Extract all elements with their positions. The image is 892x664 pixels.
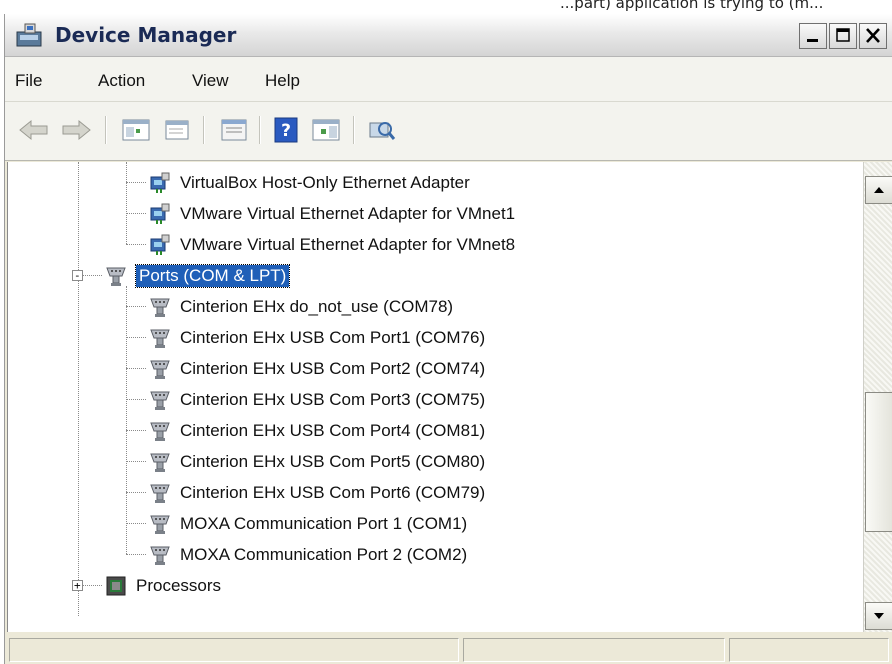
- tree-connector: [126, 399, 146, 400]
- tree-connector: [126, 461, 146, 462]
- tree-connector: [126, 182, 146, 183]
- tree-item-network-adapter[interactable]: VMware Virtual Ethernet Adapter for VMne…: [148, 229, 515, 260]
- tree-item-port[interactable]: Cinterion EHx USB Com Port3 (COM75): [148, 384, 485, 415]
- tree-item-label: Cinterion EHx do_not_use (COM78): [180, 296, 454, 316]
- menu-file[interactable]: File: [15, 71, 42, 91]
- tree-item-label: VMware Virtual Ethernet Adapter for VMne…: [180, 203, 516, 223]
- menu-bar: File Action View Help: [5, 57, 892, 102]
- scroll-down-button[interactable]: [865, 602, 892, 630]
- tree-item-label: Cinterion EHx USB Com Port4 (COM81): [180, 420, 486, 440]
- background-window-text: ...part) application is trying to (m...: [0, 0, 892, 14]
- tree-item-port[interactable]: Cinterion EHx do_not_use (COM78): [148, 291, 453, 322]
- svg-text:?: ?: [281, 121, 291, 141]
- tree-item-label: Cinterion EHx USB Com Port3 (COM75): [180, 389, 486, 409]
- tree-item-network-adapter[interactable]: VMware Virtual Ethernet Adapter for VMne…: [148, 198, 515, 229]
- device-manager-icon: [16, 23, 42, 47]
- tree-item-ports[interactable]: Ports (COM & LPT): [104, 260, 291, 291]
- network-adapter-icon: [150, 203, 170, 224]
- tree-connector: [126, 430, 146, 431]
- tree-item-label: VirtualBox Host-Only Ethernet Adapter: [180, 172, 470, 192]
- port-icon: [150, 515, 170, 534]
- window-title: Device Manager: [55, 23, 237, 47]
- close-icon: [866, 28, 880, 43]
- processors-expander[interactable]: +: [72, 580, 83, 591]
- port-icon: [150, 391, 170, 410]
- tree-item-port[interactable]: Cinterion EHx USB Com Port4 (COM81): [148, 415, 485, 446]
- port-icon: [150, 422, 170, 441]
- tree-item-network-adapter[interactable]: VirtualBox Host-Only Ethernet Adapter: [148, 167, 470, 198]
- console-tree-icon[interactable]: [161, 115, 195, 145]
- tree-item-port[interactable]: MOXA Communication Port 2 (COM2): [148, 539, 467, 570]
- tree-connector: [78, 162, 79, 616]
- tree-item-port[interactable]: Cinterion EHx USB Com Port5 (COM80): [148, 446, 485, 477]
- tree-item-label: Cinterion EHx USB Com Port1 (COM76): [180, 327, 486, 347]
- status-bar: [5, 634, 892, 664]
- tree-item-port[interactable]: Cinterion EHx USB Com Port2 (COM74): [148, 353, 485, 384]
- tree-connector: [126, 554, 146, 555]
- tree-item-processors[interactable]: Processors: [104, 570, 221, 601]
- maximize-icon: [836, 28, 850, 42]
- status-pane-3: [729, 638, 889, 662]
- tree-connector: [126, 492, 146, 493]
- device-tree[interactable]: VirtualBox Host-Only Ethernet Adapter VMw…: [7, 162, 864, 632]
- scroll-up-button[interactable]: [865, 176, 892, 204]
- tree-item-label: Cinterion EHx USB Com Port5 (COM80): [180, 451, 486, 471]
- expand-icon: +: [74, 579, 81, 592]
- ports-expander[interactable]: -: [72, 270, 83, 281]
- tree-item-label: MOXA Communication Port 1 (COM1): [180, 513, 468, 533]
- tree-item-label: MOXA Communication Port 2 (COM2): [180, 544, 468, 564]
- scroll-down-icon: [874, 613, 884, 619]
- close-button[interactable]: [859, 23, 887, 49]
- help-icon[interactable]: ?: [269, 115, 303, 145]
- vertical-scrollbar[interactable]: [863, 162, 892, 632]
- tree-connector: [126, 523, 146, 524]
- port-icon: [150, 329, 170, 348]
- tree-item-port[interactable]: Cinterion EHx USB Com Port6 (COM79): [148, 477, 485, 508]
- port-icon: [150, 360, 170, 379]
- tree-item-port[interactable]: Cinterion EHx USB Com Port1 (COM76): [148, 322, 485, 353]
- status-pane-2: [463, 638, 725, 662]
- tree-connector: [126, 162, 127, 244]
- port-icon: [150, 484, 170, 503]
- network-adapter-icon: [150, 234, 170, 255]
- menu-action[interactable]: Action: [98, 71, 145, 91]
- scan-hardware-icon[interactable]: [365, 115, 399, 145]
- tree-connector: [126, 244, 146, 245]
- scroll-up-icon: [874, 187, 884, 193]
- device-manager-window: Device Manager File Action View Help ? V…: [4, 14, 892, 664]
- port-icon: [150, 546, 170, 565]
- tree-connector: [126, 368, 146, 369]
- status-pane-1: [9, 638, 459, 662]
- forward-arrow-icon[interactable]: [59, 115, 93, 145]
- collapse-icon: -: [74, 269, 81, 282]
- show-hide-console-tree-icon[interactable]: [119, 115, 153, 145]
- tree-item-port[interactable]: MOXA Communication Port 1 (COM1): [148, 508, 467, 539]
- menu-help[interactable]: Help: [265, 71, 300, 91]
- scrollbar-thumb[interactable]: [865, 392, 892, 532]
- tree-item-label: Ports (COM & LPT): [134, 263, 291, 288]
- port-icon: [150, 453, 170, 472]
- tree-connector: [126, 306, 146, 307]
- maximize-button[interactable]: [829, 23, 857, 49]
- tree-connector: [126, 337, 146, 338]
- minimize-button[interactable]: [799, 23, 827, 49]
- tree-item-label: VMware Virtual Ethernet Adapter for VMne…: [180, 234, 516, 254]
- tree-connector: [126, 213, 146, 214]
- back-arrow-icon[interactable]: [17, 115, 51, 145]
- properties-icon[interactable]: [217, 115, 251, 145]
- port-icon: [106, 267, 126, 286]
- network-adapter-icon: [150, 172, 170, 193]
- toolbar: ?: [5, 102, 892, 161]
- menu-view[interactable]: View: [192, 71, 229, 91]
- tree-item-label: Processors: [136, 575, 222, 595]
- tree-connector: [126, 286, 127, 554]
- minimize-icon: [807, 39, 818, 42]
- tree-item-label: Cinterion EHx USB Com Port2 (COM74): [180, 358, 486, 378]
- action-pane-icon[interactable]: [309, 115, 343, 145]
- port-icon: [150, 298, 170, 317]
- tree-item-label: Cinterion EHx USB Com Port6 (COM79): [180, 482, 486, 502]
- title-bar[interactable]: Device Manager: [5, 14, 892, 57]
- processor-icon: [106, 576, 126, 595]
